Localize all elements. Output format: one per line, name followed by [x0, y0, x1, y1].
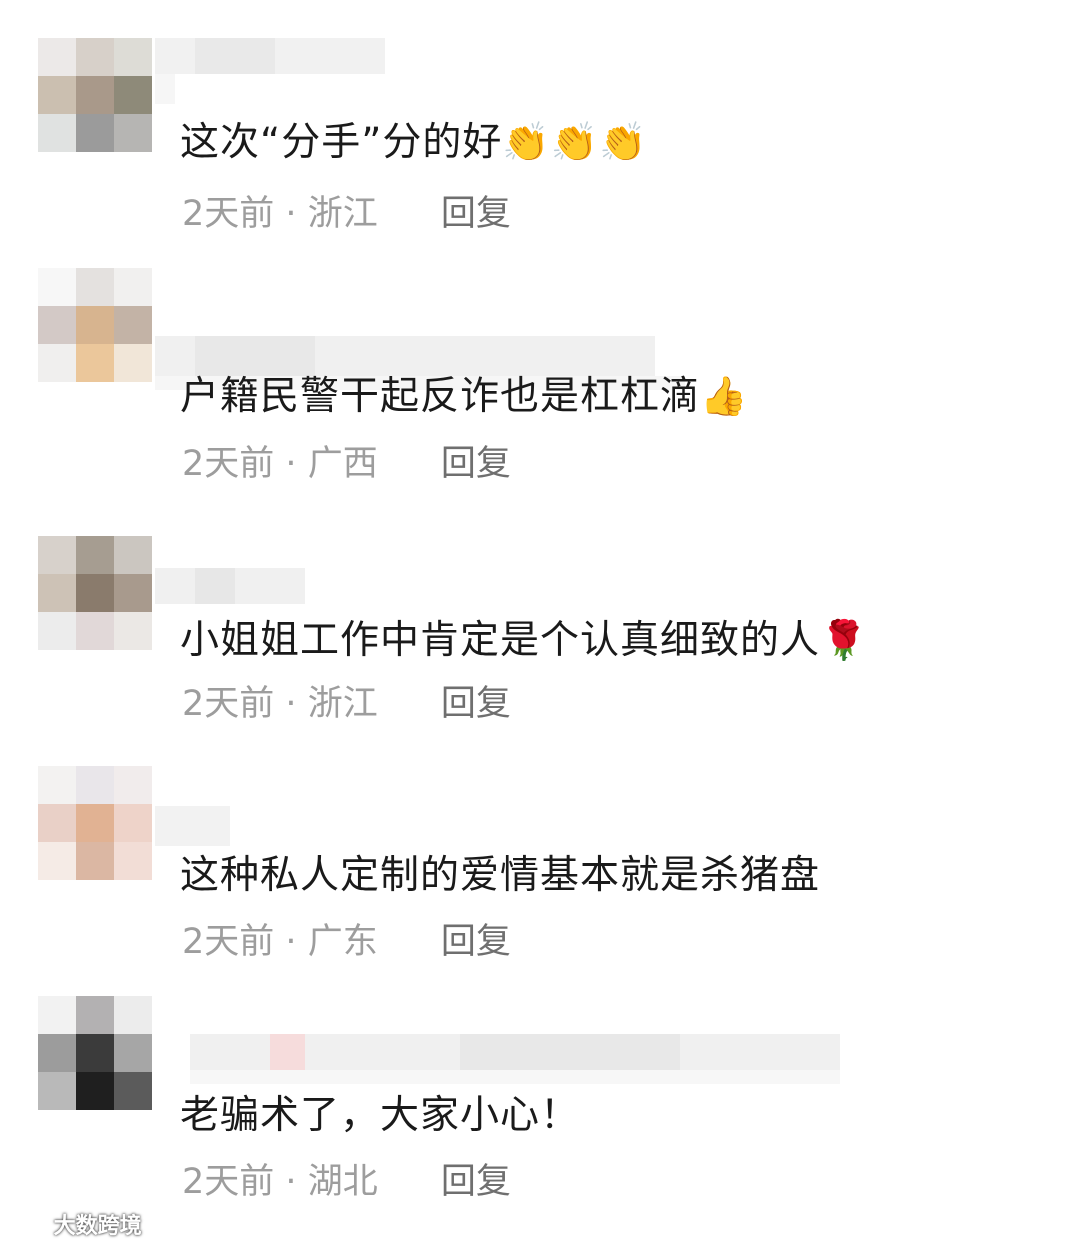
comment-meta: 2天前 · 浙江 回复 [182, 682, 511, 726]
comment-meta: 2天前 · 广西 回复 [182, 442, 511, 486]
avatar-pixel [38, 842, 76, 880]
avatar-pixel [76, 38, 114, 76]
avatar-pixel [38, 996, 76, 1034]
comment-text: 这种私人定制的爱情基本就是杀猪盘 [180, 846, 820, 906]
avatar-pixel [38, 1034, 76, 1072]
avatar-pixel [38, 574, 76, 612]
avatar-pixel [114, 114, 152, 152]
location: 广西 [307, 444, 378, 484]
avatar-pixel [114, 306, 152, 344]
watermark: 大数跨境 [6, 1208, 142, 1240]
comment-body: 这次“分手”分的好 [180, 120, 503, 165]
avatar-pixel [76, 268, 114, 306]
reply-button[interactable]: 回复 [441, 684, 511, 724]
timestamp: 2天前 [182, 922, 275, 962]
comment-item: 小姐姐工作中肯定是个认真细致的人🌹 2天前 · 浙江 回复 [0, 498, 1080, 728]
avatar[interactable] [38, 996, 152, 1110]
avatar-pixel [114, 1034, 152, 1072]
avatar[interactable] [38, 766, 152, 880]
avatar-pixel [38, 1072, 76, 1110]
comment-text: 老骗术了，大家小心！ [180, 1086, 580, 1146]
reply-button[interactable]: 回复 [441, 444, 511, 484]
location: 湖北 [307, 1162, 378, 1202]
avatar[interactable] [38, 536, 152, 650]
avatar-pixel [38, 766, 76, 804]
avatar-pixel [114, 804, 152, 842]
comment-body: 户籍民警干起反诈也是杠杠滴 [180, 374, 701, 419]
avatar-pixel [38, 536, 76, 574]
avatar-pixel [76, 1034, 114, 1072]
avatar-pixel [38, 344, 76, 382]
meta-separator: · [285, 684, 297, 724]
avatar-pixel [76, 536, 114, 574]
comment-text: 这次“分手”分的好👏👏👏 [180, 112, 647, 173]
avatar-pixel [114, 344, 152, 382]
avatar-pixel [114, 842, 152, 880]
thumbs-up-icon: 👍 [700, 374, 749, 418]
avatar-pixel [38, 306, 76, 344]
avatar-pixel [38, 612, 76, 650]
location: 浙江 [307, 684, 378, 724]
avatar-pixel [76, 842, 114, 880]
avatar-pixel [76, 574, 114, 612]
meta-separator: · [285, 922, 297, 962]
avatar[interactable] [38, 268, 152, 382]
avatar-pixel [76, 766, 114, 804]
avatar-pixel [38, 268, 76, 306]
reply-button[interactable]: 回复 [441, 1162, 511, 1202]
location: 浙江 [307, 194, 378, 234]
comment-text: 小姐姐工作中肯定是个认真细致的人🌹 [180, 610, 868, 671]
meta-separator: · [285, 194, 297, 234]
watermark-logo-icon [7, 1218, 44, 1236]
comment-body: 这种私人定制的爱情基本就是杀猪盘 [180, 853, 821, 898]
avatar-pixel [76, 1072, 114, 1110]
avatar-pixel [76, 344, 114, 382]
avatar-pixel [114, 1072, 152, 1110]
avatar-pixel [76, 996, 114, 1034]
location: 广东 [307, 922, 378, 962]
reply-button[interactable]: 回复 [441, 922, 511, 962]
timestamp: 2天前 [182, 684, 275, 724]
rose-icon: 🌹 [820, 618, 869, 662]
comment-item: 户籍民警干起反诈也是杠杠滴👍 2天前 · 广西 回复 [0, 230, 1080, 484]
comment-item: 这次“分手”分的好👏👏👏 2天前 · 浙江 回复 [0, 0, 1080, 234]
avatar[interactable] [38, 38, 152, 152]
comment-item: 这种私人定制的爱情基本就是杀猪盘 2天前 · 广东 回复 [0, 728, 1080, 962]
avatar-pixel [76, 306, 114, 344]
clapping-hands-icon: 👏👏👏 [502, 120, 648, 164]
avatar-pixel [114, 996, 152, 1034]
avatar-pixel [114, 766, 152, 804]
comment-body: 老骗术了，大家小心！ [180, 1093, 581, 1138]
comment-text: 户籍民警干起反诈也是杠杠滴👍 [180, 366, 748, 427]
avatar-pixel [38, 114, 76, 152]
comment-meta: 2天前 · 湖北 回复 [182, 1160, 511, 1204]
meta-separator: · [285, 444, 297, 484]
avatar-pixel [38, 804, 76, 842]
avatar-pixel [114, 38, 152, 76]
avatar-pixel [76, 612, 114, 650]
timestamp: 2天前 [182, 1162, 275, 1202]
avatar-pixel [114, 612, 152, 650]
timestamp: 2天前 [182, 194, 275, 234]
comment-item: 老骗术了，大家小心！ 2天前 · 湖北 回复 [0, 958, 1080, 1202]
avatar-pixel [76, 76, 114, 114]
comment-body: 小姐姐工作中肯定是个认真细致的人 [180, 618, 821, 663]
reply-button[interactable]: 回复 [441, 194, 511, 234]
avatar-pixel [76, 114, 114, 152]
avatar-pixel [114, 268, 152, 306]
timestamp: 2天前 [182, 444, 275, 484]
avatar-pixel [38, 38, 76, 76]
meta-separator: · [285, 1162, 297, 1202]
avatar-pixel [114, 574, 152, 612]
watermark-text: 大数跨境 [53, 1214, 142, 1239]
avatar-pixel [38, 76, 76, 114]
avatar-pixel [76, 804, 114, 842]
avatar-pixel [114, 76, 152, 114]
avatar-pixel [114, 536, 152, 574]
